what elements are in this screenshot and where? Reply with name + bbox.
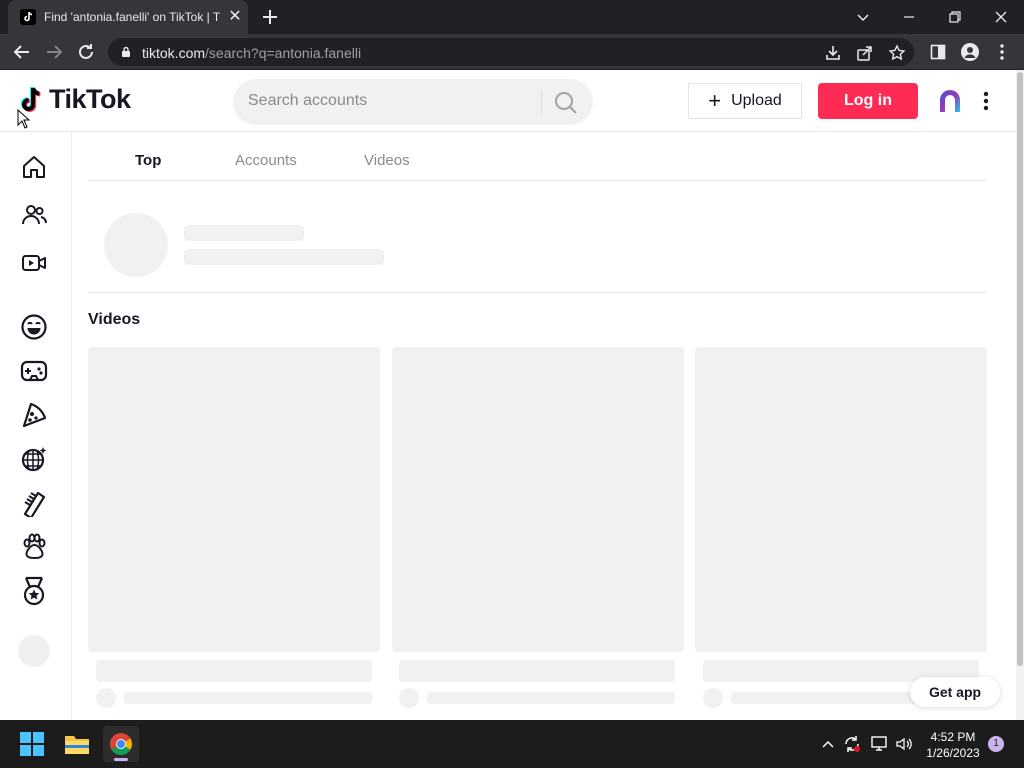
close-window-icon[interactable] [978, 0, 1024, 34]
profile-icon[interactable] [958, 40, 982, 64]
beauty-icon [23, 491, 46, 517]
tab-videos[interactable]: Videos [364, 152, 410, 169]
search-input[interactable] [248, 92, 528, 110]
sidebar-avatar-placeholder [18, 635, 50, 667]
animals-icon [23, 533, 46, 560]
lock-icon[interactable] [120, 46, 132, 58]
get-app-button[interactable]: Get app [910, 677, 1000, 707]
sidebar-item-animals[interactable] [18, 531, 50, 563]
video-author-avatar-skeleton [399, 688, 419, 708]
chrome-icon [110, 733, 132, 755]
search-bar [233, 79, 593, 125]
video-author-avatar-skeleton [96, 688, 116, 708]
browser-tab[interactable]: Find 'antonia.fanelli' on TikTok | T ✕ [8, 0, 248, 34]
clock-date: 1/26/2023 [926, 746, 980, 760]
video-card-skeleton [88, 347, 380, 652]
page-scrollbar-thumb[interactable] [1017, 72, 1023, 666]
effects-house-icon[interactable] [937, 88, 963, 114]
show-hidden-icons-icon[interactable] [818, 734, 838, 754]
file-explorer-button[interactable] [59, 726, 95, 762]
logo-text: TikTok [49, 84, 131, 114]
forward-icon[interactable] [42, 40, 66, 64]
reload-icon[interactable] [74, 40, 98, 64]
sidebar-item-sports[interactable] [18, 575, 50, 607]
clock-time: 4:52 PM [930, 730, 976, 744]
sidebar-item-following[interactable] [18, 199, 50, 231]
sidebar-item-gaming[interactable] [18, 355, 50, 387]
sports-icon [23, 576, 45, 606]
install-app-icon[interactable] [824, 44, 842, 62]
sidebar-item-dance[interactable] [18, 443, 50, 475]
home-icon [23, 156, 45, 178]
sidebar [0, 132, 72, 720]
video-title-skeleton [399, 660, 675, 682]
close-tab-icon[interactable]: ✕ [226, 8, 244, 26]
live-icon [22, 255, 46, 271]
chrome-menu-icon[interactable] [990, 40, 1014, 64]
dance-icon [21, 447, 47, 472]
network-icon[interactable] [870, 734, 890, 754]
video-card-skeleton [695, 347, 987, 652]
video-author-avatar-skeleton [703, 688, 723, 708]
upload-label: Upload [731, 92, 782, 109]
tiktok-favicon-icon [20, 9, 36, 25]
tab-accounts[interactable]: Accounts [235, 152, 297, 169]
comedy-icon [21, 314, 47, 340]
account-avatar-skeleton [104, 213, 168, 277]
side-panel-icon[interactable] [926, 40, 950, 64]
account-name-skeleton [184, 225, 304, 241]
login-button[interactable]: Log in [818, 83, 918, 119]
sidebar-item-comedy[interactable] [18, 311, 50, 343]
new-tab-icon[interactable] [259, 6, 281, 28]
taskbar-clock[interactable]: 4:52 PM 1/26/2023 [918, 729, 988, 761]
share-icon[interactable] [856, 44, 874, 62]
browser-toolbar: tiktok.com/search?q=antonia.fanelli [0, 34, 1024, 70]
tab-search-icon[interactable] [840, 0, 886, 34]
windows-taskbar: 4:52 PM 1/26/2023 1 [0, 720, 1024, 768]
back-icon[interactable] [10, 40, 34, 64]
address-bar[interactable]: tiktok.com/search?q=antonia.fanelli [108, 38, 914, 66]
following-icon [22, 205, 47, 225]
mouse-cursor-icon [17, 109, 31, 129]
sidebar-item-beauty[interactable] [18, 487, 50, 519]
folder-icon [65, 736, 89, 754]
tab-title: Find 'antonia.fanelli' on TikTok | T [44, 10, 221, 24]
video-card-skeleton [392, 347, 684, 652]
sync-icon[interactable] [842, 734, 862, 754]
volume-icon[interactable] [894, 734, 914, 754]
url-text: tiktok.com/search?q=antonia.fanelli [142, 45, 362, 61]
start-button[interactable] [14, 726, 50, 762]
video-author-skeleton [124, 692, 372, 704]
sidebar-item-food[interactable] [18, 399, 50, 431]
sidebar-item-home[interactable] [18, 151, 50, 183]
minimize-icon[interactable] [886, 0, 932, 34]
browser-tab-strip: Find 'antonia.fanelli' on TikTok | T ✕ [0, 0, 1024, 34]
bookmark-star-icon[interactable] [888, 44, 906, 62]
search-divider [541, 91, 542, 115]
tiktok-header: TikTok + Upload Log in [0, 70, 1016, 132]
food-icon [22, 402, 47, 428]
windows-logo-icon [20, 732, 44, 756]
restore-icon[interactable] [932, 0, 978, 34]
videos-heading: Videos [88, 311, 141, 328]
video-author-skeleton [427, 692, 675, 704]
chrome-taskbar-button[interactable] [103, 726, 139, 762]
account-subtitle-skeleton [184, 249, 384, 265]
sidebar-item-live[interactable] [18, 247, 50, 279]
tab-top[interactable]: Top [135, 152, 161, 169]
search-icon[interactable] [553, 90, 579, 116]
upload-button[interactable]: + Upload [688, 83, 802, 119]
video-title-skeleton [96, 660, 372, 682]
section-divider [88, 292, 986, 293]
plus-icon: + [708, 88, 722, 113]
tiktok-logo[interactable]: TikTok [18, 84, 131, 115]
search-result-tabs: Top Accounts Videos [88, 132, 986, 181]
notification-badge[interactable]: 1 [988, 736, 1004, 752]
more-options-icon[interactable] [976, 90, 996, 112]
gaming-icon [20, 360, 48, 382]
